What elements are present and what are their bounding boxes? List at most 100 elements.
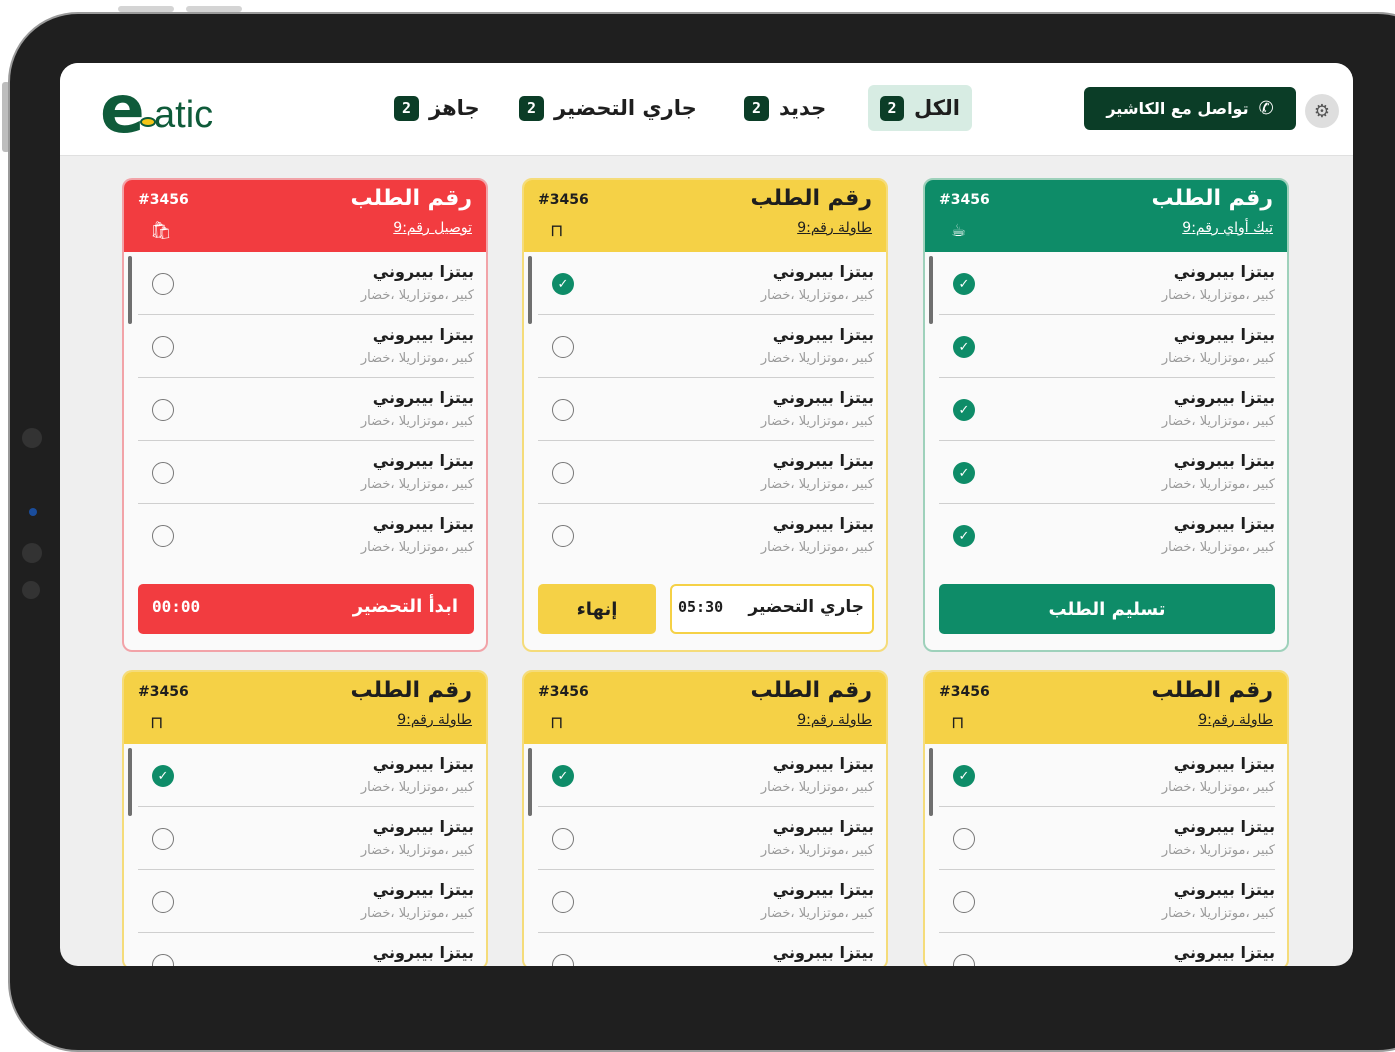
order-type-link[interactable]: تيك أواي رقم:9 xyxy=(1182,220,1273,236)
item-checkbox[interactable] xyxy=(552,462,574,484)
finish-button[interactable]: إنهاء xyxy=(538,584,656,634)
list-item: بيتزا بيبروني كبير ،موتزاريلا ،خضار xyxy=(138,441,474,504)
item-name: بيتزا بيبروني xyxy=(1173,514,1275,533)
tab-preparing[interactable]: جاري التحضير 2 xyxy=(507,85,709,131)
tab-label: الكل xyxy=(913,96,960,120)
item-checkbox-checked[interactable]: ✓ xyxy=(152,765,174,787)
tab-new[interactable]: جديد 2 xyxy=(732,85,838,131)
camera-dot xyxy=(29,508,37,516)
phone-icon: ✆ xyxy=(1258,97,1274,119)
item-name: بيتزا بيبروني xyxy=(772,943,874,962)
logo-mark: e xyxy=(100,71,145,148)
item-checkbox[interactable] xyxy=(552,399,574,421)
list-item: بيتزا بيبروني كبير ،موتزاريلا ،خضار xyxy=(538,378,874,441)
order-type-link[interactable]: توصيل رقم:9 xyxy=(393,220,472,236)
list-item: بيتزا بيبروني كبير ،موتزاريلا ،خضار xyxy=(138,315,474,378)
list-item: بيتزا بيبروني كبير ،موتزاريلا ،خضار xyxy=(138,807,474,870)
item-desc: كبير ،موتزاريلا ،خضار xyxy=(760,351,874,366)
start-preparing-button[interactable]: ابدأ التحضير 00:00 xyxy=(138,584,474,634)
item-checkbox[interactable] xyxy=(953,954,975,966)
item-checkbox-checked[interactable]: ✓ xyxy=(953,273,975,295)
scrollbar[interactable] xyxy=(929,256,933,324)
item-name: بيتزا بيبروني xyxy=(772,451,874,470)
item-checkbox[interactable] xyxy=(953,828,975,850)
list-item: بيتزا بيبروني كبير ،موتزاريلا ،خضار ✓ xyxy=(939,252,1275,315)
card-header: رقم الطلب طاولة رقم:9 #3456 ⊓ xyxy=(925,672,1287,744)
scrollbar[interactable] xyxy=(528,256,532,324)
item-name: بيتزا بيبروني xyxy=(772,388,874,407)
tab-label: جاري التحضير xyxy=(554,96,697,120)
preparing-status: جاري التحضير 05:30 xyxy=(670,584,874,634)
item-checkbox[interactable] xyxy=(152,399,174,421)
item-checkbox-checked[interactable]: ✓ xyxy=(953,462,975,484)
camera-dot xyxy=(22,543,42,563)
order-card: رقم الطلب توصيل رقم:9 #3456 🛍 بيتزا بيبر… xyxy=(122,178,488,652)
deliver-order-button[interactable]: تسليم الطلب xyxy=(939,584,1275,634)
item-name: بيتزا بيبروني xyxy=(1173,388,1275,407)
item-checkbox[interactable] xyxy=(152,828,174,850)
item-desc: كبير ،موتزاريلا ،خضار xyxy=(360,414,474,429)
item-checkbox-checked[interactable]: ✓ xyxy=(953,525,975,547)
item-desc: كبير ،موتزاريلا ،خضار xyxy=(360,843,474,858)
item-checkbox-checked[interactable]: ✓ xyxy=(552,273,574,295)
list-item: بيتزا بيبروني xyxy=(138,933,474,966)
item-checkbox-checked[interactable]: ✓ xyxy=(552,765,574,787)
tab-ready[interactable]: جاهز 2 xyxy=(382,85,492,131)
list-item: بيتزا بيبروني كبير ،موتزاريلا ،خضار xyxy=(138,378,474,441)
item-checkbox[interactable] xyxy=(552,828,574,850)
order-type-link[interactable]: طاولة رقم:9 xyxy=(397,712,472,728)
order-type-link[interactable]: طاولة رقم:9 xyxy=(797,220,872,236)
order-number: #3456 xyxy=(138,192,189,208)
item-checkbox[interactable] xyxy=(152,525,174,547)
item-checkbox-checked[interactable]: ✓ xyxy=(953,399,975,421)
card-header: رقم الطلب طاولة رقم:9 #3456 ⊓ xyxy=(524,180,886,252)
item-checkbox-checked[interactable]: ✓ xyxy=(953,336,975,358)
tab-label: جديد xyxy=(779,96,827,120)
table-icon: ⊓ xyxy=(550,221,564,241)
item-desc: كبير ،موتزاريلا ،خضار xyxy=(760,906,874,921)
scrollbar[interactable] xyxy=(128,256,132,324)
scrollbar[interactable] xyxy=(128,748,132,816)
order-type-link[interactable]: طاولة رقم:9 xyxy=(797,712,872,728)
scrollbar[interactable] xyxy=(528,748,532,816)
tab-all[interactable]: الكل 2 xyxy=(868,85,972,131)
item-checkbox[interactable] xyxy=(552,336,574,358)
list-item: بيتزا بيبروني كبير ،موتزاريلا ،خضار xyxy=(538,315,874,378)
order-type-link[interactable]: طاولة رقم:9 xyxy=(1198,712,1273,728)
item-name: بيتزا بيبروني xyxy=(1173,262,1275,281)
item-checkbox[interactable] xyxy=(552,954,574,966)
item-name: بيتزا بيبروني xyxy=(1173,817,1275,836)
item-name: بيتزا بيبروني xyxy=(1173,754,1275,773)
list-item: بيتزا بيبروني كبير ،موتزاريلا ،خضار xyxy=(538,441,874,504)
item-checkbox[interactable] xyxy=(152,336,174,358)
item-checkbox[interactable] xyxy=(152,462,174,484)
scrollbar[interactable] xyxy=(929,748,933,816)
item-name: بيتزا بيبروني xyxy=(1173,943,1275,962)
order-title: رقم الطلب xyxy=(1151,678,1273,703)
button-label: ابدأ التحضير xyxy=(352,596,458,617)
eatic-logo[interactable]: e atic xyxy=(100,77,260,143)
order-number: #3456 xyxy=(538,192,589,208)
item-desc: كبير ،موتزاريلا ،خضار xyxy=(1161,843,1275,858)
list-item: بيتزا بيبروني كبير ،موتزاريلا ،خضار ✓ xyxy=(939,504,1275,567)
item-checkbox[interactable] xyxy=(953,891,975,913)
item-name: بيتزا بيبروني xyxy=(772,325,874,344)
order-title: رقم الطلب xyxy=(350,678,472,703)
item-checkbox[interactable] xyxy=(152,273,174,295)
item-name: بيتزا بيبروني xyxy=(372,880,474,899)
item-checkbox[interactable] xyxy=(152,954,174,966)
list-item: بيتزا بيبروني xyxy=(538,933,874,966)
item-checkbox[interactable] xyxy=(552,525,574,547)
gear-icon[interactable]: ⚙ xyxy=(1305,94,1339,128)
item-desc: كبير ،موتزاريلا ،خضار xyxy=(360,780,474,795)
contact-cashier-button[interactable]: ✆ تواصل مع الكاشير xyxy=(1084,87,1296,130)
list-item: بيتزا بيبروني كبير ،موتزاريلا ،خضار xyxy=(538,504,874,567)
item-checkbox[interactable] xyxy=(552,891,574,913)
item-name: بيتزا بيبروني xyxy=(372,943,474,962)
order-card: رقم الطلب طاولة رقم:9 #3456 ⊓ بيتزا بيبر… xyxy=(522,670,888,966)
item-checkbox[interactable] xyxy=(152,891,174,913)
list-item: بيتزا بيبروني كبير ،موتزاريلا ،خضار ✓ xyxy=(939,315,1275,378)
item-desc: كبير ،موتزاريلا ،خضار xyxy=(1161,414,1275,429)
list-item: بيتزا بيبروني كبير ،موتزاريلا ،خضار ✓ xyxy=(538,744,874,807)
item-checkbox-checked[interactable]: ✓ xyxy=(953,765,975,787)
